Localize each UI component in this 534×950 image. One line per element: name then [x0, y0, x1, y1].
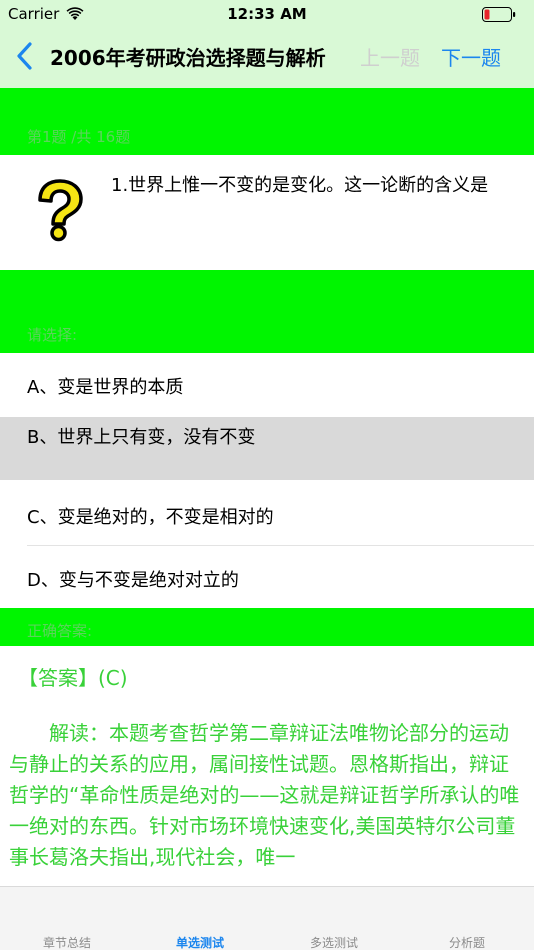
correct-answer-band: 正确答案:: [0, 608, 534, 646]
navigation-bar: 2006年考研政治选择题与解析 上一题 下一题: [0, 28, 534, 86]
tab-analysis[interactable]: 分析题: [417, 934, 517, 950]
option-c-label: C、变是绝对的，不变是相对的: [27, 507, 274, 528]
option-b-label: B、世界上只有变，没有不变: [27, 427, 256, 448]
clock: 12:33 AM: [227, 5, 307, 23]
status-bar: Carrier 12:33 AM: [0, 0, 534, 28]
prev-question-button[interactable]: 上一题: [360, 42, 420, 71]
question-counter: 第1题 /共 16题: [27, 128, 131, 146]
choose-band: 请选择:: [0, 270, 534, 353]
option-c[interactable]: C、变是绝对的，不变是相对的: [0, 480, 534, 546]
page-title: 2006年考研政治选择题与解析: [50, 46, 326, 70]
option-a[interactable]: A、变是世界的本质: [0, 353, 534, 417]
tab-single-choice[interactable]: 单选测试: [150, 934, 250, 950]
answer-text: 【答案】(C): [18, 666, 128, 690]
next-question-button[interactable]: 下一题: [441, 42, 501, 71]
explanation-text: 解读：本题考查哲学第二章辩证法唯物论部分的运动与静止的关系的应用，属间接性试题。…: [9, 721, 520, 869]
tab-bar: 章节总结 单选测试 多选测试 分析题: [0, 886, 534, 950]
top-bar: Carrier 12:33 AM 2006年考研政治选择题与解析 上一题 下一题: [0, 0, 534, 88]
battery-icon: [482, 7, 516, 22]
option-d-label: D、变与不变是绝对对立的: [27, 570, 239, 591]
tab-multiple-choice[interactable]: 多选测试: [284, 934, 384, 950]
question-text: 1.世界上惟一不变的是变化。这一论断的含义是: [111, 175, 489, 196]
correct-answer-label: 正确答案:: [27, 622, 93, 640]
back-chevron-icon[interactable]: [14, 41, 36, 71]
question-card: 1.世界上惟一不变的是变化。这一论断的含义是: [0, 155, 534, 270]
choose-label: 请选择:: [27, 326, 78, 344]
option-d[interactable]: D、变与不变是绝对对立的: [0, 546, 534, 608]
option-a-label: A、变是世界的本质: [27, 377, 184, 398]
tab-chapter-summary[interactable]: 章节总结: [17, 934, 117, 950]
question-counter-band: 第1题 /共 16题: [0, 88, 534, 155]
option-b[interactable]: B、世界上只有变，没有不变: [0, 417, 534, 480]
question-mark-icon: [38, 179, 83, 242]
